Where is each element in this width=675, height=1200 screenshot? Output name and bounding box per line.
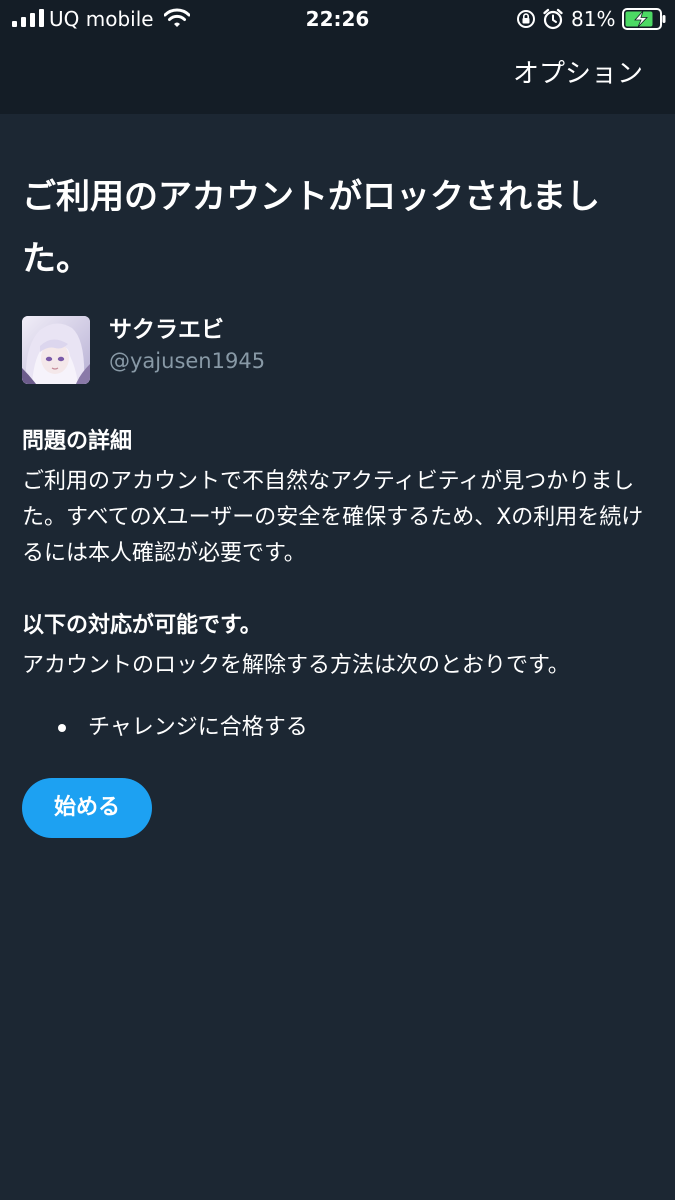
top-bar: UQ mobile 22:26 81% オプション — [0, 0, 675, 114]
account-profile: サクラエビ @yajusen1945 — [22, 316, 650, 388]
start-button[interactable]: 始める — [22, 778, 153, 838]
orientation-lock-icon — [517, 10, 535, 28]
page-title: ご利用のアカウントがロックされました。 — [22, 177, 600, 279]
locked-account-content: ご利用のアカウントがロックされました。 サクラエビ @yajusen1945 問… — [22, 114, 650, 838]
avatar-image — [22, 316, 90, 384]
avatar — [22, 316, 90, 384]
status-bar: UQ mobile 22:26 81% — [0, 0, 675, 38]
display-name: サクラエビ — [109, 317, 224, 343]
options-menu-button[interactable]: オプション — [513, 57, 643, 91]
options-body: アカウントのロックを解除する方法は次のとおりです。 — [22, 653, 570, 678]
alarm-icon — [543, 8, 563, 30]
bullet-icon — [58, 724, 66, 732]
list-item-pass-challenge: チャレンジに合格する — [22, 710, 650, 746]
battery-percent: 81% — [571, 7, 616, 31]
battery-charging-icon — [622, 8, 666, 30]
user-handle: @yajusen1945 — [109, 349, 266, 373]
unlock-options-list: チャレンジに合格する — [22, 710, 650, 746]
details-heading: 問題の詳細 — [22, 429, 133, 454]
list-item-label: チャレンジに合格する — [88, 715, 308, 740]
options-heading: 以下の対応が可能です。 — [22, 613, 262, 638]
details-body: ご利用のアカウントで不自然なアクティビティが見つかりました。すべてのXユーザーの… — [22, 469, 644, 566]
